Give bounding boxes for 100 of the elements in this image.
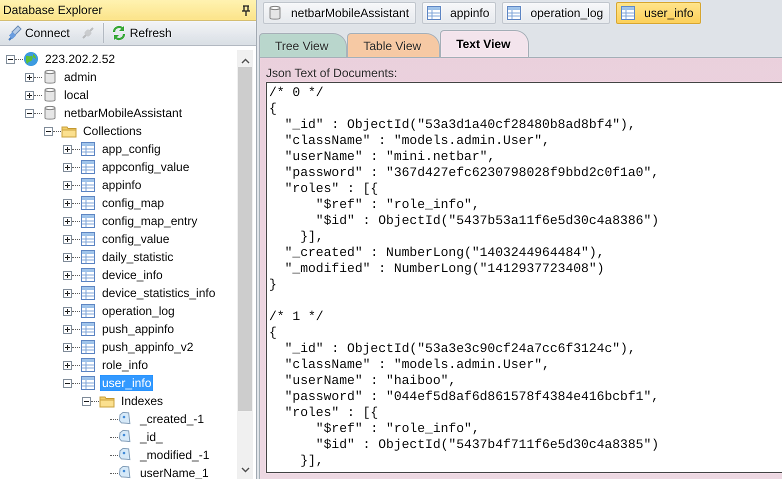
tree-item[interactable]: daily_statistic: [100, 249, 176, 265]
table-icon: [80, 303, 96, 319]
scroll-down-icon[interactable]: [240, 467, 250, 473]
expand-toggle[interactable]: [63, 324, 72, 334]
tree-item[interactable]: netbarMobileAssistant: [62, 105, 184, 121]
code-line: "className" : "models.admin.User",: [284, 133, 551, 149]
code-line: }],: [299, 453, 325, 469]
table-icon: [80, 267, 96, 283]
tree-item[interactable]: appconfig_value: [100, 159, 192, 175]
refresh-button[interactable]: Refresh: [108, 23, 175, 43]
collapse-toggle[interactable]: [82, 396, 91, 406]
expand-toggle[interactable]: [63, 234, 72, 244]
code-line: "password" : "367d427efc6230798028f9bbd2c0f1a0",: [284, 165, 660, 181]
expand-toggle[interactable]: [63, 216, 72, 226]
table-icon: [80, 159, 96, 175]
connect-button[interactable]: Connect: [3, 23, 73, 43]
table-icon: [620, 5, 636, 21]
tree-item[interactable]: _modified_-1: [138, 447, 212, 463]
code-line: "className" : "models.admin.User",: [284, 357, 551, 373]
code-line: "$id" : ObjectId("5437b53a11f6e5d30c4a8386"): [314, 213, 660, 229]
globe-icon: [23, 51, 39, 67]
scrollbar[interactable]: [237, 50, 253, 479]
expand-toggle[interactable]: [63, 360, 72, 370]
table-icon: [80, 141, 96, 157]
tree-item[interactable]: config_value: [100, 231, 172, 247]
expand-toggle[interactable]: [25, 72, 34, 82]
table-icon: [80, 249, 96, 265]
document-tab[interactable]: netbarMobileAssistant: [263, 2, 416, 24]
database-icon: [42, 69, 58, 85]
tree-item[interactable]: Indexes: [119, 393, 166, 409]
code-line: "userName" : "haiboo",: [284, 373, 458, 389]
tree-item[interactable]: 223.202.2.52: [43, 51, 118, 67]
collapse-toggle[interactable]: [25, 108, 34, 118]
tree-item[interactable]: appinfo: [100, 177, 144, 193]
collapse-toggle[interactable]: [44, 126, 53, 136]
tree-item[interactable]: device_statistics_info: [100, 285, 218, 301]
refresh-icon: [110, 25, 127, 41]
database-icon: [267, 5, 283, 21]
expand-toggle[interactable]: [63, 180, 72, 190]
code-line: "_id" : ObjectId("53a3e3c90cf24a7cc6f3124c"),: [284, 341, 637, 357]
collapse-toggle[interactable]: [63, 378, 72, 388]
tree-item[interactable]: Collections: [81, 123, 144, 139]
view-tab[interactable]: Table View: [347, 33, 440, 57]
view-tab[interactable]: Tree View: [259, 33, 348, 57]
document-tab[interactable]: user_info: [616, 2, 701, 24]
code-line: {: [268, 101, 278, 117]
tree-item[interactable]: local: [62, 87, 91, 103]
table-icon: [80, 339, 96, 355]
code-line: }],: [299, 229, 325, 245]
tree-item[interactable]: push_appinfo: [100, 321, 176, 337]
tree-item[interactable]: _created_-1: [138, 411, 206, 427]
table-icon: [80, 321, 96, 337]
pin-icon[interactable]: [242, 4, 250, 16]
tree-item[interactable]: device_info: [100, 267, 165, 283]
database-icon: [42, 87, 58, 103]
table-icon: [80, 177, 96, 193]
table-icon: [80, 375, 96, 391]
code-line: "_id" : ObjectId("53a3d1a40cf28480b8ad8bf4"),: [284, 117, 637, 133]
tree-item[interactable]: admin: [62, 69, 99, 85]
expand-toggle[interactable]: [63, 270, 72, 280]
document-tab[interactable]: appinfo: [422, 2, 496, 24]
tree-item[interactable]: _id_: [138, 429, 165, 445]
code-line: "_modified" : NumberLong("1412937723408"): [284, 261, 606, 277]
code-line: "$id" : ObjectId("5437b4f711f6e5d30c4a8385"): [314, 437, 660, 453]
code-line: "$ref" : "role_info",: [314, 197, 481, 213]
table-icon: [506, 5, 522, 21]
table-icon: [80, 213, 96, 229]
view-tab[interactable]: Text View: [440, 30, 530, 57]
tree-item[interactable]: push_appinfo_v2: [100, 339, 196, 355]
tree-item[interactable]: app_config: [100, 141, 163, 157]
plug-icon: [80, 25, 96, 41]
expand-toggle[interactable]: [63, 144, 72, 154]
table-icon: [80, 231, 96, 247]
panel-title: Database Explorer: [3, 3, 102, 17]
code-line: "_created" : NumberLong("1403244964484"),: [284, 245, 606, 261]
database-icon: [42, 105, 58, 121]
code-line: }: [268, 277, 278, 293]
expand-toggle[interactable]: [25, 90, 34, 100]
expand-toggle[interactable]: [63, 252, 72, 262]
document-tab[interactable]: operation_log: [502, 2, 610, 24]
code-line: /* 0 */: [268, 85, 325, 101]
tree-item[interactable]: config_map: [100, 195, 166, 211]
expand-toggle[interactable]: [63, 288, 72, 298]
expand-toggle[interactable]: [63, 342, 72, 352]
code-line: {: [268, 325, 278, 341]
collapse-toggle[interactable]: [6, 54, 15, 64]
tree-item[interactable]: operation_log: [100, 303, 177, 319]
panel-label: Json Text of Documents:: [266, 66, 398, 80]
table-icon: [80, 357, 96, 373]
expand-toggle[interactable]: [63, 162, 72, 172]
table-icon: [80, 285, 96, 301]
expand-toggle[interactable]: [63, 198, 72, 208]
expand-toggle[interactable]: [63, 306, 72, 316]
scroll-up-icon[interactable]: [240, 58, 250, 64]
plug-icon: [6, 25, 22, 41]
code-line: "password" : "044ef5d8af6d861578f4384e416bcbf1",: [284, 389, 660, 405]
tree-item[interactable]: role_info: [100, 357, 150, 373]
table-icon: [426, 5, 442, 21]
tree-item[interactable]: config_map_entry: [100, 213, 200, 229]
code-line: "roles" : [{: [284, 405, 380, 421]
